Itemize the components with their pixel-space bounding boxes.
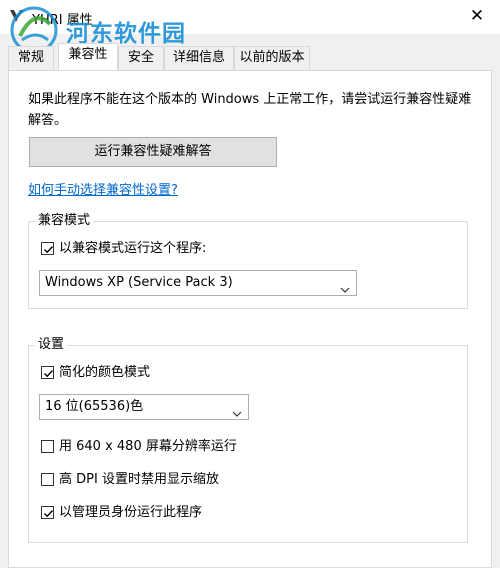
checkbox-label: 以兼容模式运行这个程序:	[59, 241, 207, 256]
checkbox-label: 高 DPI 设置时禁用显示缩放	[59, 472, 219, 487]
color-depth-select[interactable]: 16 位(65536)色	[39, 394, 249, 420]
low-resolution-checkbox[interactable]: 用 640 x 480 屏幕分辨率运行	[41, 438, 341, 456]
tab-label: 安全	[127, 50, 154, 65]
manual-settings-help-link[interactable]: 如何手动选择兼容性设置?	[28, 179, 178, 198]
os-version-select[interactable]: Windows XP (Service Pack 3)	[39, 270, 357, 296]
checkbox-checked-icon	[41, 242, 54, 255]
settings-group: 设置 简化的颜色模式 16 位(65536)色 用 640 x 480 屏幕分辨…	[28, 337, 468, 543]
checkbox-label: 以管理员身份运行此程序	[59, 505, 203, 520]
tab-security[interactable]: 安全	[118, 46, 164, 70]
checkbox-unchecked-icon	[41, 440, 54, 453]
select-value: 16 位(65536)色	[45, 399, 144, 414]
disable-dpi-scaling-checkbox[interactable]: 高 DPI 设置时禁用显示缩放	[41, 471, 341, 489]
run-as-admin-checkbox[interactable]: 以管理员身份运行此程序	[41, 504, 341, 522]
checkbox-label: 用 640 x 480 屏幕分辨率运行	[59, 439, 237, 454]
close-button[interactable]: ✕	[454, 0, 500, 34]
tab-label: 常规	[17, 50, 44, 65]
chevron-down-icon	[232, 403, 242, 417]
tab-label: 兼容性	[68, 47, 108, 62]
tab-label: 详细信息	[172, 50, 225, 65]
window-title: YHRI 属性	[32, 13, 93, 28]
chevron-down-icon	[340, 279, 350, 293]
tab-label: 以前的版本	[239, 50, 305, 65]
tab-compatibility[interactable]: 兼容性	[58, 43, 118, 70]
close-icon: ✕	[469, 6, 485, 26]
title-bar: YHRI 属性 ✕	[0, 0, 500, 34]
compat-mode-group: 兼容模式 以兼容模式运行这个程序: Windows XP (Service Pa…	[28, 213, 468, 309]
select-value: Windows XP (Service Pack 3)	[45, 275, 233, 290]
intro-text: 如果此程序不能在这个版本的 Windows 上正常工作，请尝试运行兼容性疑难解答…	[28, 92, 472, 128]
run-troubleshooter-button[interactable]: 运行兼容性疑难解答	[29, 137, 277, 167]
checkbox-unchecked-icon	[41, 473, 54, 486]
app-icon	[8, 8, 26, 26]
checkbox-checked-icon	[41, 506, 54, 519]
group-title: 兼容模式	[35, 213, 94, 229]
checkbox-label: 简化的颜色模式	[59, 365, 151, 380]
tab-general[interactable]: 常规	[8, 46, 54, 70]
reduced-color-checkbox[interactable]: 简化的颜色模式	[41, 364, 241, 382]
compatibility-panel: 如果此程序不能在这个版本的 Windows 上正常工作，请尝试运行兼容性疑难解答…	[8, 70, 492, 568]
group-title: 设置	[35, 337, 68, 353]
tab-details[interactable]: 详细信息	[164, 46, 234, 70]
checkbox-checked-icon	[41, 366, 54, 379]
tab-previous-versions[interactable]: 以前的版本	[234, 46, 310, 70]
compat-mode-checkbox[interactable]: 以兼容模式运行这个程序:	[41, 240, 301, 258]
